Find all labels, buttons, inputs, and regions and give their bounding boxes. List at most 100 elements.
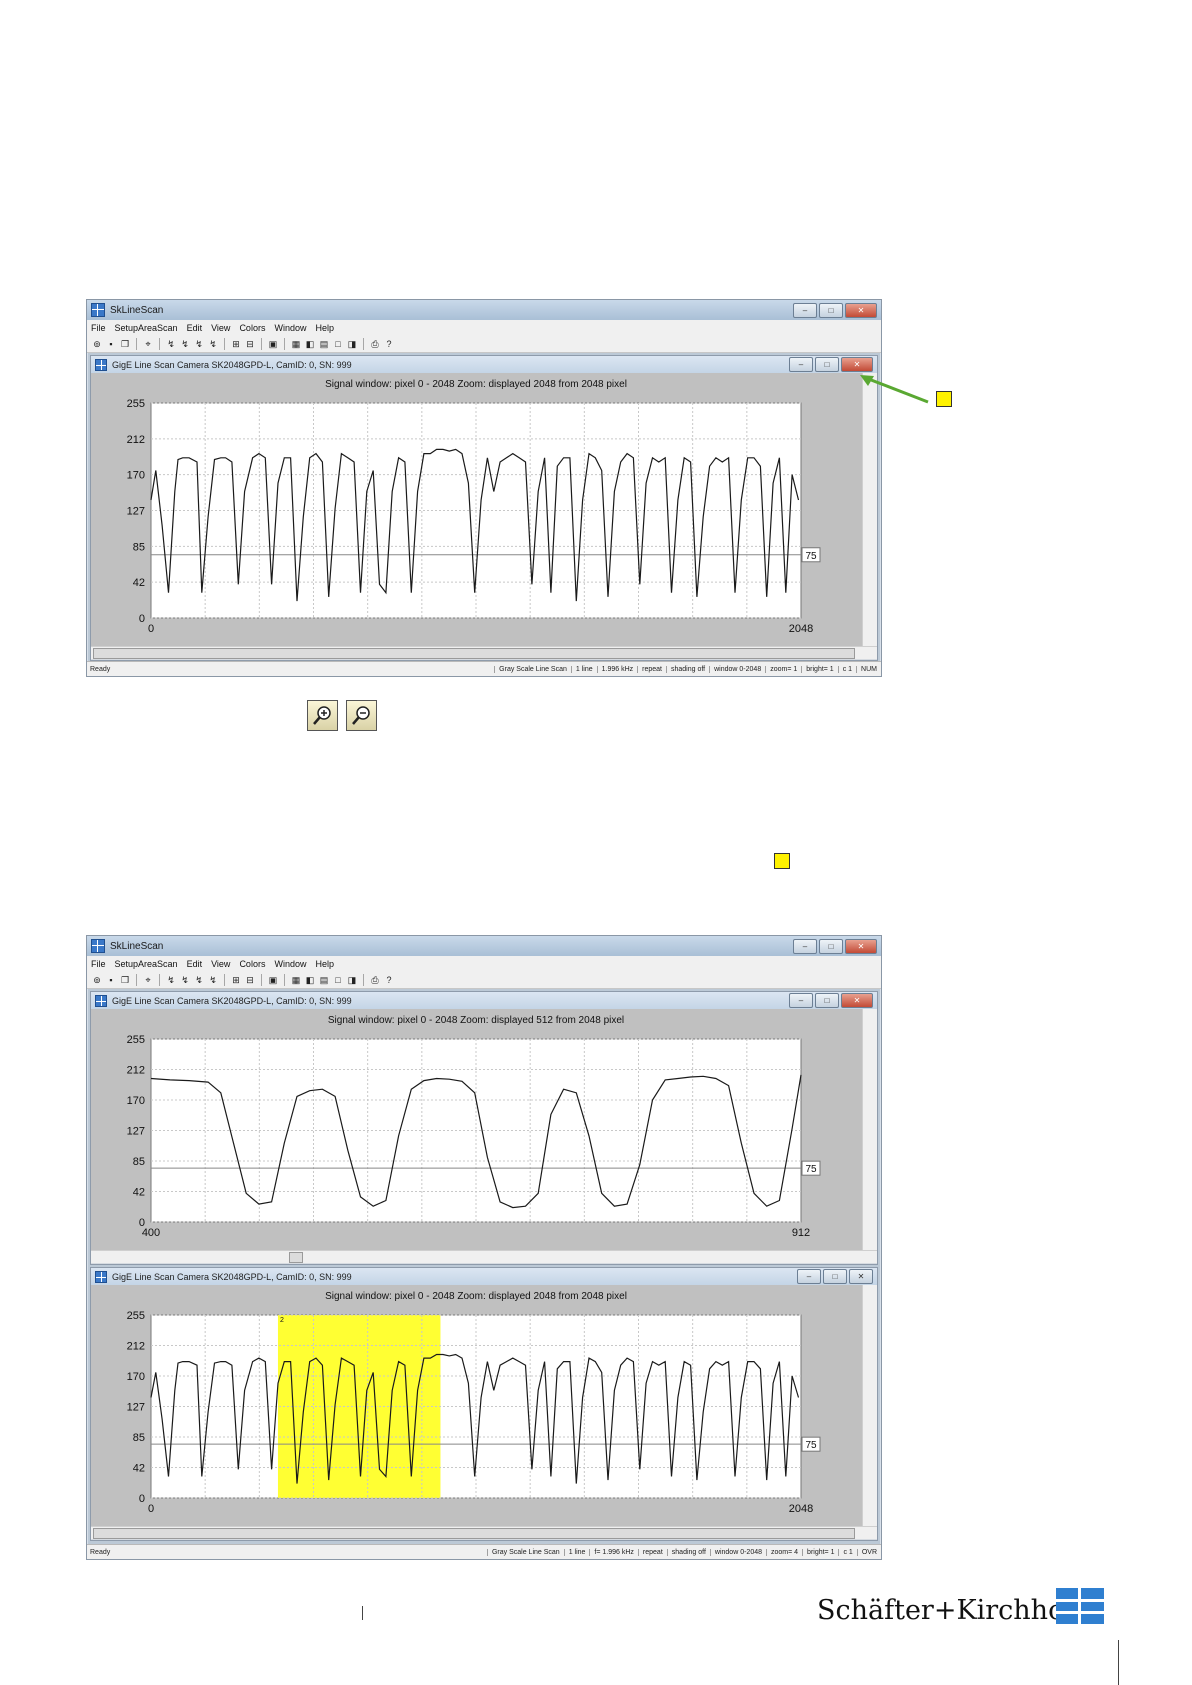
minimize-button[interactable]: – — [793, 938, 817, 954]
trigger-step-icon[interactable]: ↯ — [193, 338, 205, 350]
child-close-button[interactable]: ✕ — [849, 1269, 873, 1284]
menu-file[interactable]: File — [91, 959, 106, 969]
child-window-icon — [95, 358, 107, 371]
x-end-label: 2048 — [789, 1503, 813, 1515]
save-icon[interactable]: ▪ — [105, 974, 117, 986]
copy-icon[interactable]: ❐ — [119, 338, 131, 350]
menu-window[interactable]: Window — [274, 323, 306, 333]
trigger-stop-icon[interactable]: ↯ — [207, 974, 219, 986]
zoom-in-button[interactable] — [307, 700, 338, 731]
stop-icon[interactable]: ⊟ — [244, 974, 256, 986]
signal-window: Signal window: pixel 0 - 2048 Zoom: disp… — [91, 1009, 877, 1250]
grid-icon[interactable]: ▦ — [290, 338, 302, 350]
child-restore-button[interactable]: □ — [815, 357, 839, 372]
horizontal-scrollbar[interactable] — [91, 1250, 877, 1263]
restore-button[interactable]: □ — [819, 302, 843, 318]
menu-help[interactable]: Help — [315, 323, 334, 333]
vertical-scrollbar[interactable] — [862, 1285, 877, 1526]
menu-colors[interactable]: Colors — [239, 959, 265, 969]
menu-colors[interactable]: Colors — [239, 323, 265, 333]
trigger-continuous-icon[interactable]: ↯ — [179, 338, 191, 350]
trigger-icon[interactable]: ↯ — [165, 974, 177, 986]
scroll-thumb[interactable] — [289, 1252, 303, 1263]
status-frequency: 1.996 kHz — [596, 665, 638, 673]
selection-label: 2 — [280, 1317, 284, 1324]
panel-icon[interactable]: ◨ — [346, 974, 358, 986]
toolbar: ⊚ ▪ ❐ ⌖ ↯ ↯ ↯ ↯ ⊞ ⊟ ▣ ▦ ◧ ▤ □ ◨ ⎙ ? — [87, 971, 881, 989]
menu-edit[interactable]: Edit — [187, 959, 203, 969]
zoom-out-button[interactable] — [346, 700, 377, 731]
camera-icon[interactable]: ⊚ — [91, 974, 103, 986]
close-button[interactable]: ✕ — [845, 938, 877, 954]
menu-setup-area-scan[interactable]: SetupAreaScan — [115, 323, 178, 333]
grab-icon[interactable]: ⊞ — [230, 338, 242, 350]
child-restore-button[interactable]: □ — [815, 993, 839, 1008]
menu-view[interactable]: View — [211, 959, 230, 969]
menu-edit[interactable]: Edit — [187, 323, 203, 333]
scroll-thumb[interactable] — [93, 1528, 855, 1539]
help-icon[interactable]: ? — [383, 974, 395, 986]
child-window-icon — [95, 994, 107, 1007]
status-zoom: zoom= 1 — [765, 665, 801, 673]
grid-icon[interactable]: ▦ — [290, 974, 302, 986]
display-icon[interactable]: ▣ — [267, 338, 279, 350]
horizontal-scrollbar[interactable] — [91, 646, 877, 659]
x-start-label: 0 — [148, 1503, 154, 1515]
copy-icon[interactable]: ❐ — [119, 974, 131, 986]
camera-icon[interactable]: ⊚ — [91, 338, 103, 350]
status-shading: shading off — [666, 665, 709, 673]
child-restore-button[interactable]: □ — [823, 1269, 847, 1284]
close-button[interactable]: ✕ — [845, 302, 877, 318]
menu-window[interactable]: Window — [274, 959, 306, 969]
y-tick-label: 170 — [127, 1371, 145, 1383]
child-minimize-button[interactable]: – — [797, 1269, 821, 1284]
cursor-icon[interactable]: ⌖ — [142, 338, 154, 350]
print-icon[interactable]: ⎙ — [369, 338, 381, 350]
panel-icon[interactable]: ◨ — [346, 338, 358, 350]
trigger-continuous-icon[interactable]: ↯ — [179, 974, 191, 986]
app-title: SkLineScan — [110, 940, 164, 952]
child-close-button[interactable]: ✕ — [841, 357, 873, 372]
area-icon[interactable]: □ — [332, 974, 344, 986]
print-icon[interactable]: ⎙ — [369, 974, 381, 986]
menu-file[interactable]: File — [91, 323, 106, 333]
menu-setup-area-scan[interactable]: SetupAreaScan — [115, 959, 178, 969]
menu-help[interactable]: Help — [315, 959, 334, 969]
shading-icon[interactable]: ◧ — [304, 338, 316, 350]
area-icon[interactable]: □ — [332, 338, 344, 350]
vertical-scrollbar[interactable] — [862, 373, 877, 646]
grab-icon[interactable]: ⊞ — [230, 974, 242, 986]
stop-icon[interactable]: ⊟ — [244, 338, 256, 350]
horizontal-scrollbar[interactable] — [91, 1526, 877, 1539]
shading-icon[interactable]: ◧ — [304, 974, 316, 986]
save-icon[interactable]: ▪ — [105, 338, 117, 350]
signal-window: Signal window: pixel 0 - 2048 Zoom: disp… — [91, 1285, 877, 1526]
toolbar-separator — [224, 973, 225, 986]
fft-icon[interactable]: ▤ — [318, 338, 330, 350]
signal-plot-zoomed[interactable]: Signal window: pixel 0 - 2048 Zoom: disp… — [91, 1009, 861, 1250]
cursor-icon[interactable]: ⌖ — [142, 974, 154, 986]
vertical-scrollbar[interactable] — [862, 1009, 877, 1250]
child-close-button[interactable]: ✕ — [841, 993, 873, 1008]
y-tick-label: 42 — [133, 577, 145, 589]
trigger-icon[interactable]: ↯ — [165, 338, 177, 350]
child-minimize-button[interactable]: – — [789, 357, 813, 372]
minimize-button[interactable]: – — [793, 302, 817, 318]
menu-view[interactable]: View — [211, 323, 230, 333]
app-window-screenshot-1: SkLineScan – □ ✕ File SetupAreaScan Edit… — [86, 299, 882, 677]
footer-page-line — [1118, 1640, 1119, 1685]
status-keylock: NUM — [856, 665, 881, 673]
toolbar-separator — [261, 973, 262, 986]
display-icon[interactable]: ▣ — [267, 974, 279, 986]
scroll-thumb[interactable] — [93, 648, 855, 659]
signal-plot-overview[interactable]: Signal window: pixel 0 - 2048 Zoom: disp… — [91, 1285, 861, 1526]
trigger-step-icon[interactable]: ↯ — [193, 974, 205, 986]
restore-button[interactable]: □ — [819, 938, 843, 954]
status-mode: Gray Scale Line Scan — [486, 1548, 564, 1556]
signal-plot[interactable]: Signal window: pixel 0 - 2048 Zoom: disp… — [91, 373, 861, 646]
fft-icon[interactable]: ▤ — [318, 974, 330, 986]
toolbar-separator — [261, 337, 262, 350]
help-icon[interactable]: ? — [383, 338, 395, 350]
child-minimize-button[interactable]: – — [789, 993, 813, 1008]
trigger-stop-icon[interactable]: ↯ — [207, 338, 219, 350]
